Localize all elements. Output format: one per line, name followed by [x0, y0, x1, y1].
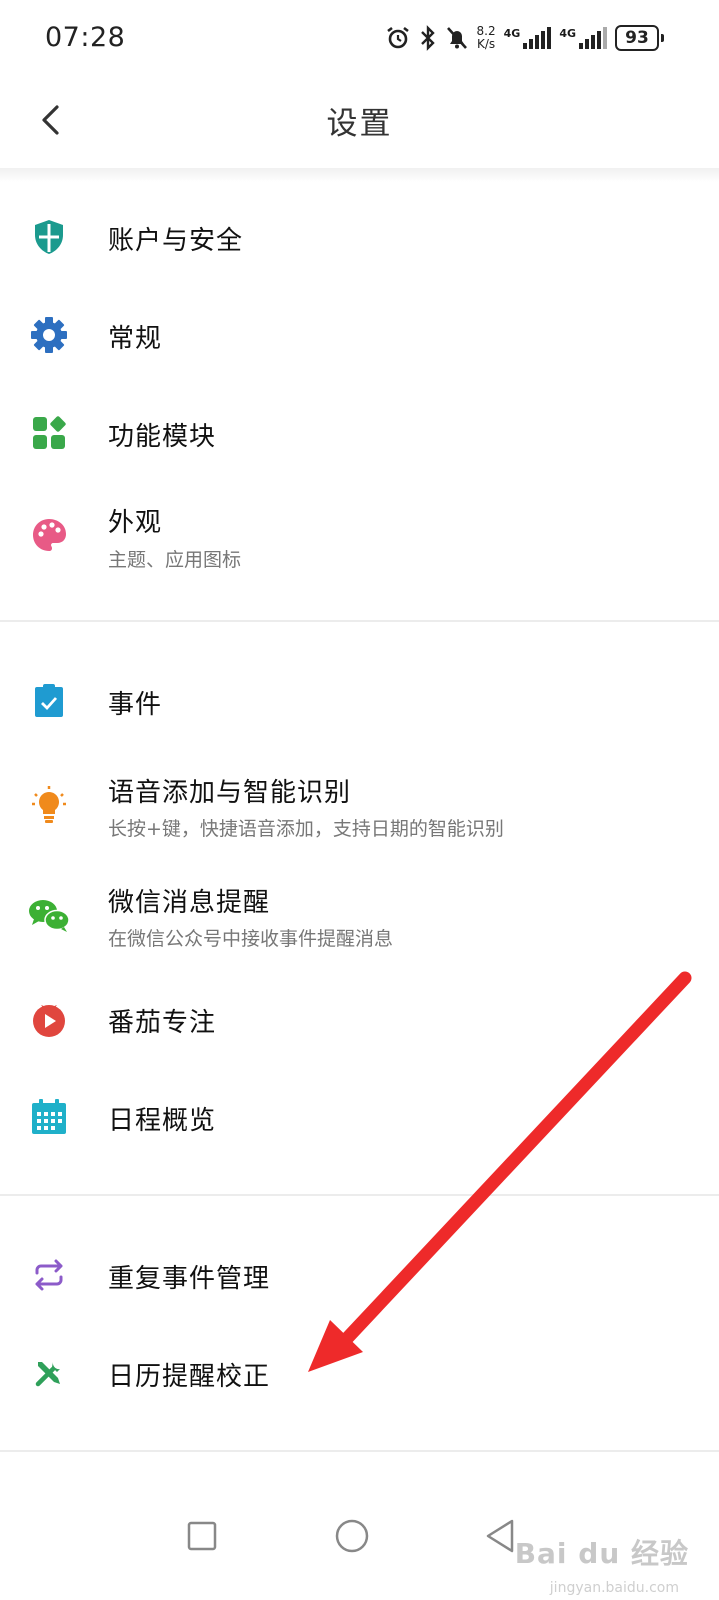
item-label: 微信消息提醒: [108, 888, 271, 918]
signal-sim2-icon: 4G: [559, 27, 607, 49]
calendar-icon: [28, 1096, 70, 1138]
settings-item-general[interactable]: 常规: [0, 286, 719, 384]
item-label: 语音添加与智能识别: [108, 778, 352, 808]
settings-item-calendar-reminder-correction[interactable]: 日历提醒校正: [0, 1324, 719, 1422]
item-label: 账户与安全: [108, 226, 244, 256]
status-bar: 07:28 8.2 K/s 4G 4G 93: [0, 0, 719, 75]
settings-item-events[interactable]: 事件: [0, 652, 719, 750]
item-label: 事件: [108, 690, 163, 720]
watermark-url: jingyan.baidu.com: [549, 1580, 679, 1596]
network-speed: 8.2 K/s: [476, 24, 496, 51]
repeat-icon: [28, 1254, 70, 1296]
item-label: 日历提醒校正: [108, 1362, 271, 1392]
bluetooth-icon: [419, 25, 437, 51]
item-subtitle: 在微信公众号中接收事件提醒消息: [108, 928, 394, 950]
clipboard-check-icon: [28, 680, 70, 722]
settings-item-account-security[interactable]: 账户与安全: [0, 188, 719, 286]
navigation-bar: Bai du 经验 jingyan.baidu.com: [0, 1452, 719, 1600]
tools-icon: [28, 1352, 70, 1394]
signal-sim1-icon: 4G: [504, 27, 552, 49]
lightbulb-icon: [28, 784, 70, 826]
settings-item-schedule-overview[interactable]: 日程概览: [0, 1068, 719, 1166]
item-label: 外观: [108, 508, 163, 538]
circle-icon: [335, 1519, 369, 1553]
palette-icon: [28, 514, 70, 556]
battery-icon: 93: [615, 25, 664, 51]
mute-bell-icon: [445, 25, 469, 51]
wechat-icon: [28, 894, 70, 936]
tomato-timer-icon: [28, 998, 70, 1040]
item-label: 功能模块: [108, 422, 217, 452]
home-button[interactable]: [328, 1512, 376, 1560]
alarm-icon: [385, 25, 411, 51]
settings-item-repeat-events[interactable]: 重复事件管理: [0, 1226, 719, 1324]
square-icon: [187, 1521, 217, 1551]
item-subtitle: 主题、应用图标: [108, 549, 242, 571]
status-icons: 8.2 K/s 4G 4G 93: [385, 18, 664, 58]
battery-level: 93: [615, 25, 659, 51]
status-time: 07:28: [45, 22, 126, 53]
shield-icon: [28, 216, 70, 258]
settings-item-appearance[interactable]: 外观 主题、应用图标: [0, 482, 719, 602]
settings-item-modules[interactable]: 功能模块: [0, 384, 719, 482]
settings-item-voice-recognition[interactable]: 语音添加与智能识别 长按+键，快捷语音添加，支持日期的智能识别: [0, 750, 719, 860]
app-header: 设置: [0, 75, 719, 170]
section-divider: [0, 620, 719, 622]
item-label: 番茄专注: [108, 1008, 217, 1038]
recent-apps-button[interactable]: [178, 1512, 226, 1560]
item-label: 日程概览: [108, 1106, 217, 1136]
modules-icon: [28, 412, 70, 454]
item-label: 常规: [108, 324, 163, 354]
gear-icon: [28, 314, 70, 356]
item-subtitle: 长按+键，快捷语音添加，支持日期的智能识别: [108, 818, 504, 840]
watermark: Bai du 经验: [514, 1537, 689, 1570]
section-divider: [0, 1194, 719, 1196]
page-title: 设置: [326, 106, 393, 142]
item-label: 重复事件管理: [108, 1264, 271, 1294]
triangle-back-icon: [486, 1519, 514, 1553]
settings-item-wechat-reminder[interactable]: 微信消息提醒 在微信公众号中接收事件提醒消息: [0, 860, 719, 970]
settings-item-pomodoro[interactable]: 番茄专注: [0, 970, 719, 1068]
